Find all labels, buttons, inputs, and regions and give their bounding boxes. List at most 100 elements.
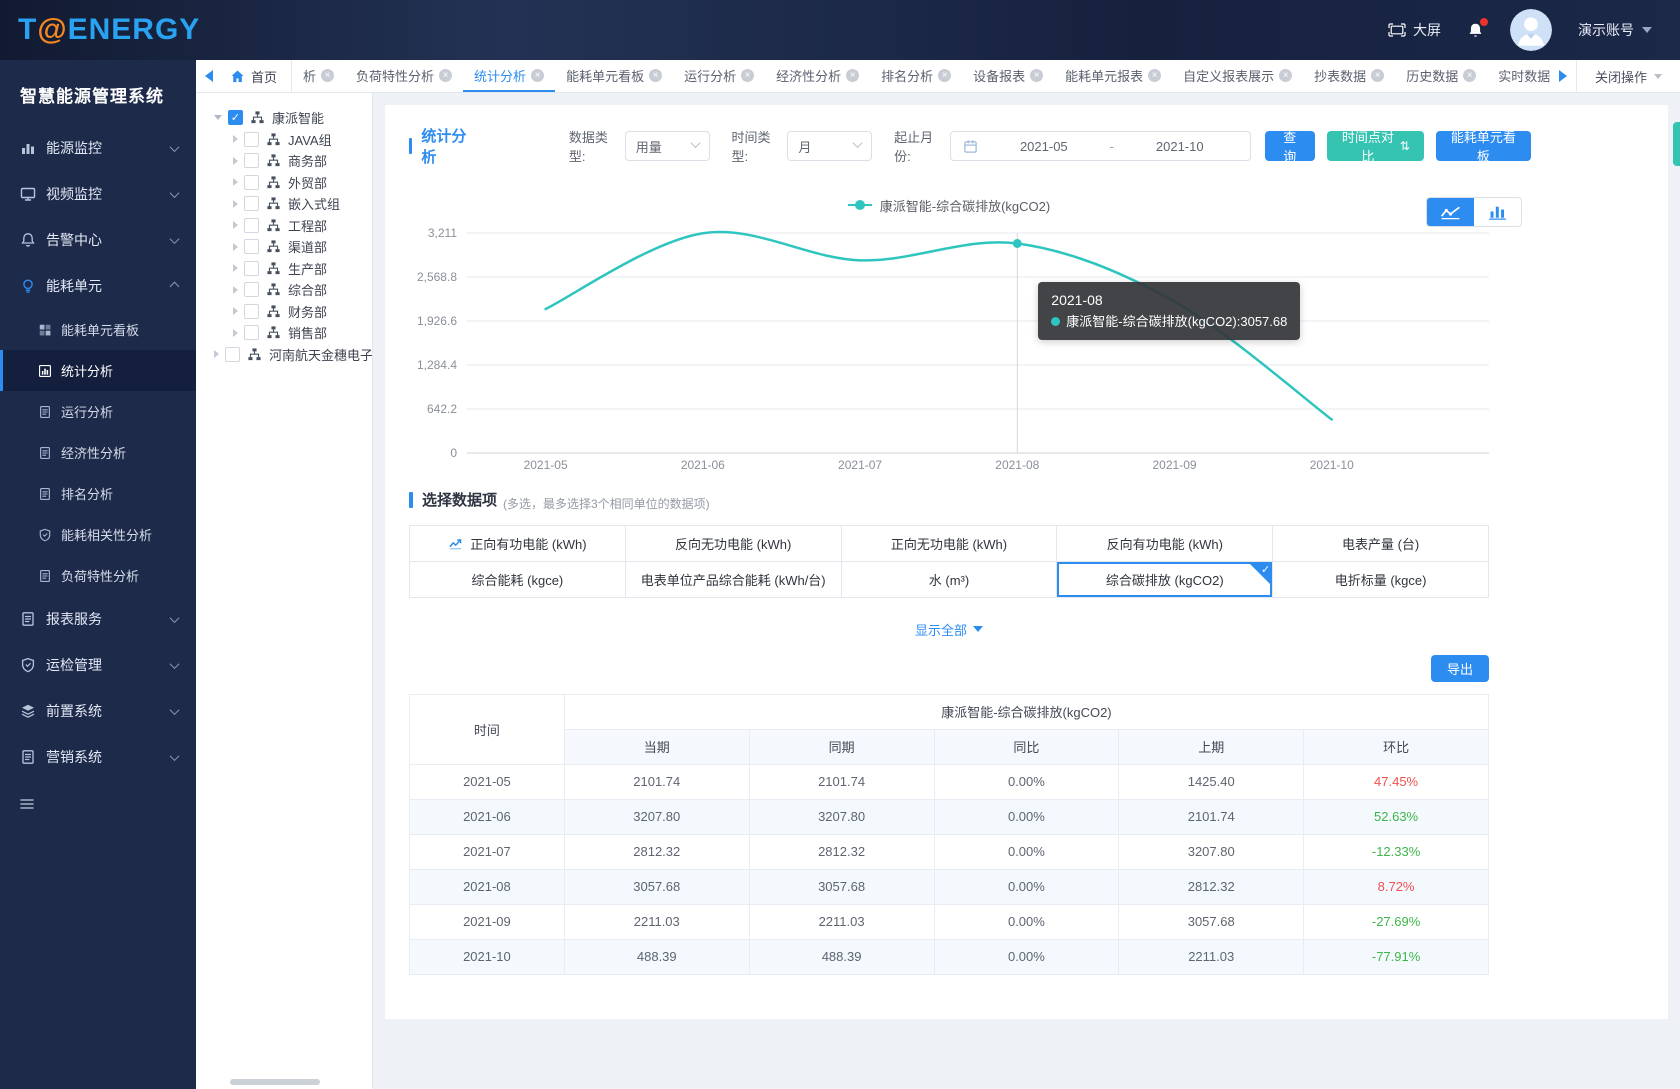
time-point-compare-button[interactable]: 时间点对比⇅ [1327, 131, 1424, 161]
caret-right-icon[interactable] [233, 307, 238, 315]
tree-checkbox[interactable]: ✓ [228, 110, 243, 125]
data-item-反向有功电能 (kWh)[interactable]: 反向有功电能 (kWh) [1057, 526, 1273, 562]
tree-checkbox[interactable] [244, 282, 259, 297]
caret-right-icon[interactable] [233, 286, 238, 294]
date-range-input[interactable]: 2021-05 - 2021-10 [950, 131, 1251, 161]
tree-node-康派智能[interactable]: ✓康派智能 [196, 107, 372, 129]
caret-right-icon[interactable] [214, 350, 219, 358]
data-item-水 (m³)[interactable]: 水 (m³) [842, 562, 1058, 598]
bar-chart-toggle-button[interactable] [1474, 198, 1521, 226]
export-button[interactable]: 导出 [1431, 655, 1489, 682]
tree-checkbox[interactable] [244, 304, 259, 319]
tree-node-财务部[interactable]: 财务部 [196, 301, 372, 323]
tree-checkbox[interactable] [225, 347, 240, 362]
time-type-select[interactable]: 月 [787, 131, 872, 161]
line-chart-toggle-button[interactable] [1427, 198, 1474, 226]
caret-right-icon[interactable] [233, 243, 238, 251]
tree-node-销售部[interactable]: 销售部 [196, 322, 372, 344]
tree-checkbox[interactable] [244, 325, 259, 340]
menu-item-营销系统[interactable]: 营销系统 [0, 734, 196, 780]
tree-checkbox[interactable] [244, 196, 259, 211]
close-tab-icon[interactable]: × [846, 69, 859, 82]
caret-right-icon[interactable] [233, 135, 238, 143]
caret-right-icon[interactable] [233, 329, 238, 337]
tab-设备报表[interactable]: 设备报表× [962, 60, 1054, 92]
tab-home[interactable]: 首页 [222, 60, 291, 92]
close-tab-icon[interactable]: × [649, 69, 662, 82]
tab-能耗单元看板[interactable]: 能耗单元看板× [555, 60, 673, 92]
tab-析[interactable]: 析× [292, 60, 345, 92]
close-tab-icon[interactable]: × [1279, 69, 1292, 82]
tree-checkbox[interactable] [244, 132, 259, 147]
notification-bell-button[interactable] [1467, 21, 1484, 40]
big-screen-button[interactable]: 大屏 [1388, 20, 1441, 40]
caret-right-icon[interactable] [233, 178, 238, 186]
tree-node-JAVA组[interactable]: JAVA组 [196, 129, 372, 151]
sidebar-item-统计分析[interactable]: 统计分析 [0, 350, 196, 391]
tab-自定义报表展示[interactable]: 自定义报表展示× [1172, 60, 1303, 92]
tree-node-生产部[interactable]: 生产部 [196, 258, 372, 280]
show-all-link[interactable]: 显示全部 [915, 620, 983, 639]
tree-node-综合部[interactable]: 综合部 [196, 279, 372, 301]
menu-item-报表服务[interactable]: 报表服务 [0, 596, 196, 642]
data-item-电表产量 (台)[interactable]: 电表产量 (台) [1273, 526, 1489, 562]
tab-能耗单元报表[interactable]: 能耗单元报表× [1054, 60, 1172, 92]
close-tab-icon[interactable]: × [1030, 69, 1043, 82]
tab-抄表数据[interactable]: 抄表数据× [1303, 60, 1395, 92]
tab-实时数据[interactable]: 实时数据× [1487, 60, 1550, 92]
tree-checkbox[interactable] [244, 218, 259, 233]
tab-运行分析[interactable]: 运行分析× [673, 60, 765, 92]
close-operations-menu[interactable]: 关闭操作 [1577, 67, 1680, 86]
close-tab-icon[interactable]: × [1463, 69, 1476, 82]
line-chart-plot[interactable]: 0642.21,284.41,926.62,568.83,2112021-052… [409, 223, 1499, 475]
caret-right-icon[interactable] [233, 221, 238, 229]
tree-node-外贸部[interactable]: 外贸部 [196, 172, 372, 194]
caret-right-icon[interactable] [233, 264, 238, 272]
data-item-电折标量 (kgce)[interactable]: 电折标量 (kgce) [1273, 562, 1489, 598]
data-type-select[interactable]: 用量 [625, 131, 710, 161]
close-tab-icon[interactable]: × [439, 69, 452, 82]
data-item-反向无功电能 (kWh)[interactable]: 反向无功电能 (kWh) [626, 526, 842, 562]
caret-right-icon[interactable] [233, 200, 238, 208]
menu-item-前置系统[interactable]: 前置系统 [0, 688, 196, 734]
tab-负荷特性分析[interactable]: 负荷特性分析× [345, 60, 463, 92]
close-tab-icon[interactable]: × [741, 69, 754, 82]
data-item-正向无功电能 (kWh)[interactable]: 正向无功电能 (kWh) [842, 526, 1058, 562]
collapse-menu-icon[interactable] [18, 796, 36, 812]
side-float-tab[interactable] [1673, 122, 1680, 166]
account-menu[interactable]: 演示账号 [1578, 20, 1652, 40]
tree-checkbox[interactable] [244, 261, 259, 276]
data-item-综合能耗 (kgce)[interactable]: 综合能耗 (kgce) [410, 562, 626, 598]
sidebar-item-负荷特性分析[interactable]: 负荷特性分析 [0, 555, 196, 596]
menu-item-运检管理[interactable]: 运检管理 [0, 642, 196, 688]
tab-经济性分析[interactable]: 经济性分析× [765, 60, 870, 92]
tree-horizontal-scrollbar[interactable] [230, 1079, 320, 1085]
data-item-综合碳排放 (kgCO2)[interactable]: 综合碳排放 (kgCO2)✓ [1057, 562, 1273, 598]
tabs-scroll-left-button[interactable] [196, 70, 222, 82]
close-tab-icon[interactable]: × [938, 69, 951, 82]
close-tab-icon[interactable]: × [1371, 69, 1384, 82]
sidebar-item-排名分析[interactable]: 排名分析 [0, 473, 196, 514]
caret-down-icon[interactable] [214, 115, 222, 120]
tab-统计分析[interactable]: 统计分析× [463, 60, 555, 92]
tree-node-嵌入式组[interactable]: 嵌入式组 [196, 193, 372, 215]
query-button[interactable]: 查询 [1265, 131, 1315, 161]
close-tab-icon[interactable]: × [1148, 69, 1161, 82]
chart-legend[interactable]: 康派智能-综合碳排放(kgCO2) [848, 196, 1050, 215]
tree-node-河南航天金穗电子有[interactable]: 河南航天金穗电子有 [196, 344, 372, 366]
tree-checkbox[interactable] [244, 175, 259, 190]
menu-item-能源监控[interactable]: 能源监控 [0, 125, 196, 171]
menu-item-视频监控[interactable]: 视频监控 [0, 171, 196, 217]
sidebar-item-经济性分析[interactable]: 经济性分析 [0, 432, 196, 473]
data-item-正向有功电能 (kWh)[interactable]: 正向有功电能 (kWh) [410, 526, 626, 562]
tabs-scroll-right-button[interactable] [1550, 70, 1576, 82]
close-tab-icon[interactable]: × [321, 69, 334, 82]
avatar[interactable] [1510, 9, 1552, 51]
tab-历史数据[interactable]: 历史数据× [1395, 60, 1487, 92]
tab-排名分析[interactable]: 排名分析× [870, 60, 962, 92]
sidebar-item-能耗单元看板[interactable]: 能耗单元看板 [0, 309, 196, 350]
tree-checkbox[interactable] [244, 153, 259, 168]
menu-item-能耗单元[interactable]: 能耗单元 [0, 263, 196, 309]
energy-unit-board-button[interactable]: 能耗单元看板 [1436, 131, 1531, 161]
tree-node-渠道部[interactable]: 渠道部 [196, 236, 372, 258]
